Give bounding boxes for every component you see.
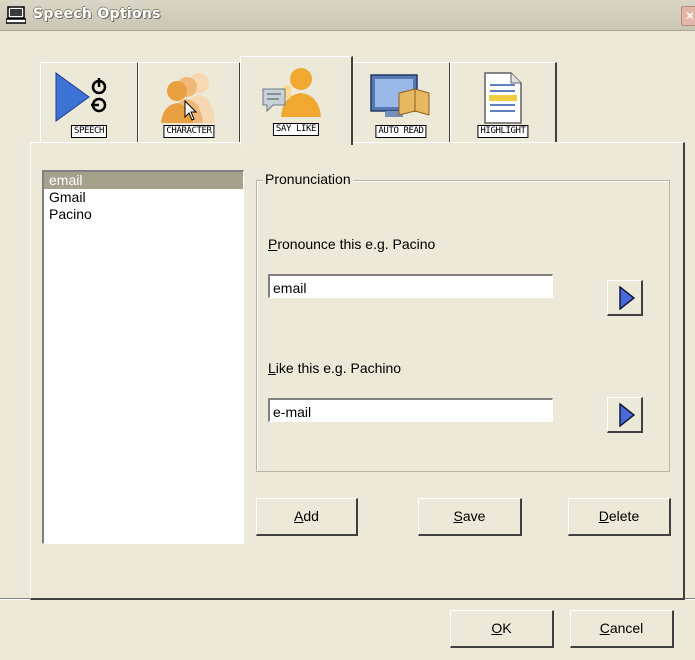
cancel-button[interactable]: Cancel — [570, 610, 674, 648]
tab-highlight[interactable]: HIGHLIGHT — [450, 62, 557, 143]
title-bar[interactable]: Speech Options × — [0, 0, 695, 31]
pronounce-input[interactable]: email — [268, 274, 553, 298]
pronunciation-group-label: Pronunciation — [263, 171, 353, 187]
list-item[interactable]: Gmail — [44, 189, 243, 206]
like-this-input[interactable]: e-mail — [268, 398, 553, 422]
tab-character-label: CHARACTER — [163, 125, 215, 138]
character-people-icon — [161, 73, 215, 123]
tab-auto-read-label: AUTO READ — [375, 125, 427, 138]
say-like-list[interactable]: email Gmail Pacino — [42, 170, 244, 544]
window-title: Speech Options — [33, 6, 161, 22]
ok-button[interactable]: OK — [450, 610, 554, 648]
like-this-label: Like this e.g. Pachino — [268, 360, 402, 376]
delete-button[interactable]: Delete — [568, 498, 671, 536]
play-like-button[interactable] — [607, 397, 643, 433]
play-icon — [619, 286, 635, 310]
add-button[interactable]: Add — [256, 498, 358, 536]
pronounce-label: Pronounce this e.g. Pacino — [268, 236, 436, 252]
list-item[interactable]: Pacino — [44, 206, 243, 223]
tab-character[interactable]: CHARACTER — [138, 62, 241, 143]
save-button[interactable]: Save — [418, 498, 522, 536]
tab-say-like-label: SAY LIKE — [272, 123, 320, 136]
computer-monitor-icon — [6, 6, 26, 24]
tab-auto-read[interactable]: AUTO READ — [352, 62, 451, 143]
play-icon — [619, 403, 635, 427]
tab-say-like[interactable]: SAY LIKE — [240, 56, 353, 145]
speech-play-icon — [55, 72, 107, 122]
play-pronounce-button[interactable] — [607, 280, 643, 316]
highlight-document-icon — [484, 72, 522, 124]
tab-highlight-label: HIGHLIGHT — [477, 125, 529, 138]
tab-speech-label: SPEECH — [70, 125, 108, 138]
close-button[interactable]: × — [681, 6, 695, 26]
list-item[interactable]: email — [44, 172, 243, 189]
tab-speech[interactable]: SPEECH — [40, 62, 139, 143]
say-like-icon — [262, 68, 321, 117]
auto-read-icon — [370, 74, 430, 117]
